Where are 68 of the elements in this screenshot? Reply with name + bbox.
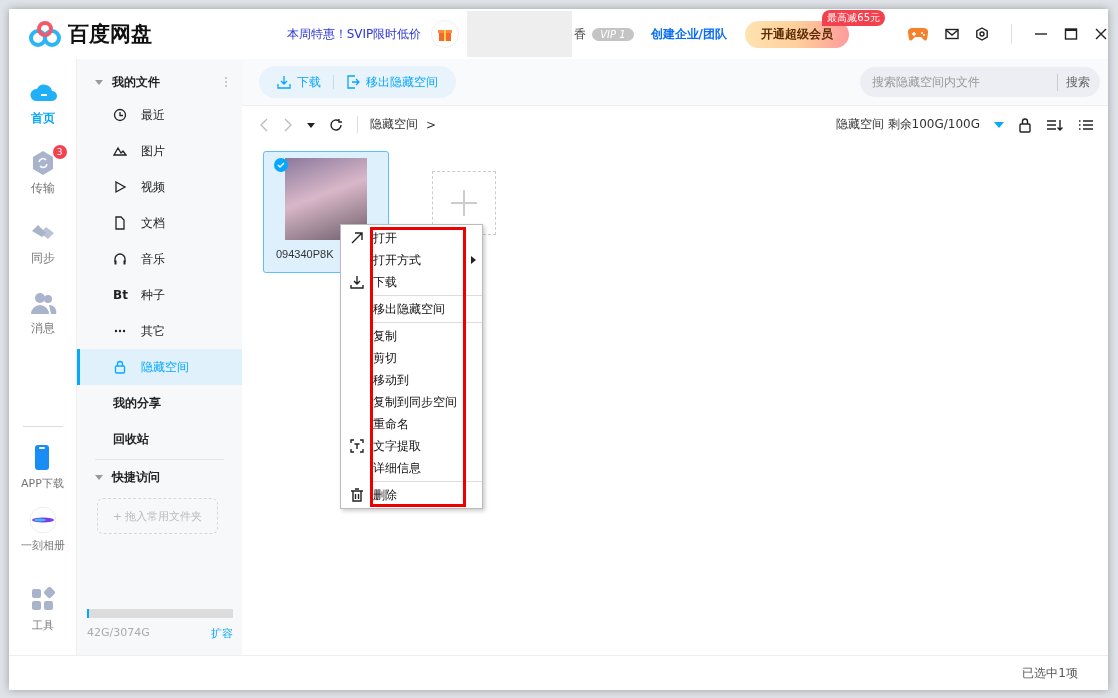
settings-icon[interactable] [975,27,989,41]
document-icon [113,216,127,230]
sidebar-item[interactable]: 文档 [77,205,242,241]
trash-icon [350,488,364,502]
exit-box-icon [346,75,360,89]
menu-item[interactable]: 复制到同步空间 [341,391,482,413]
promo-link[interactable]: 本周特惠！SVIP限时低价 [286,25,422,43]
menu-item[interactable]: 复制 [341,325,482,347]
discount-badge: 最高减65元 [822,9,885,26]
app-title: 百度网盘 [68,21,152,48]
menu-item[interactable]: 删除 [341,484,482,506]
checkmark-icon [274,158,288,172]
menu-item[interactable]: 移出隐藏空间 [341,298,482,320]
username-text: 香 [574,25,587,43]
menu-item[interactable]: 重命名 [341,413,482,435]
enterprise-link[interactable]: 创建企业/团队 [650,25,727,43]
breadcrumb-separator: > [426,117,437,132]
gamepad-icon[interactable] [907,26,929,42]
sidebar-item[interactable]: 视频 [77,169,242,205]
arrow-icon [350,231,364,245]
sort-icon[interactable] [1046,117,1064,132]
search-field[interactable]: 搜索隐藏空间内文件 搜索 [860,67,1100,97]
menu-item[interactable]: 移动到 [341,369,482,391]
download-icon [277,75,291,89]
section-title: 快捷访问 [112,468,160,486]
torrent-icon: Bt [113,288,127,302]
sidebar-item[interactable]: Bt 种子 [77,277,242,313]
nav-tab[interactable]: 消息 [16,285,69,337]
sidebar-item[interactable]: 音乐 [77,241,242,277]
sidebar-item[interactable]: 图片 [77,133,242,169]
refresh-icon[interactable] [329,117,343,132]
sidebar-link[interactable]: 回收站 [77,421,242,457]
sidebar-item[interactable]: 其它 [77,313,242,349]
play-icon [113,180,127,194]
menu-item[interactable]: 剪切 [341,347,482,369]
maximize-icon[interactable] [1064,27,1078,41]
headphones-icon [113,252,127,266]
cloud-logo-icon [28,20,62,48]
search-button[interactable]: 搜索 [1057,73,1090,91]
nav-tab[interactable]: 同步 [16,215,69,267]
mail-icon[interactable] [945,28,959,40]
file-name: 094340P8K [276,248,334,260]
album-logo-icon [27,505,58,535]
nav-button[interactable]: 一刻相册 [16,505,69,553]
count-badge: 3 [52,145,67,159]
clock-icon [113,108,127,122]
lock-icon [113,360,127,374]
lock-icon[interactable] [1018,116,1032,133]
storage-usage: 42G/3074G [87,626,150,641]
vip-badge: VIP 1 [592,27,634,41]
sidebar-item[interactable]: 最近 [77,97,242,133]
section-title: 我的文件 [112,73,160,91]
nav-button[interactable]: APP下载 [17,443,68,491]
nav-tab[interactable]: 传输 3 [16,145,69,197]
sidebar-link[interactable]: 我的分享 [77,385,242,421]
menu-item[interactable]: 详细信息 [341,457,482,479]
close-icon[interactable] [1094,27,1108,41]
nav-button[interactable]: 工具 [23,585,62,633]
list-view-icon[interactable] [1078,117,1094,132]
plus-icon [450,189,478,217]
menu-item[interactable]: 文字提取 [341,435,482,457]
breadcrumb-link[interactable]: 隐藏空间 [357,116,418,133]
quota-text: 隐藏空间 剩余100G/100G [835,116,980,133]
status-text: 已选中1项 [1022,664,1078,682]
text-scan-icon [350,439,364,453]
menu-item[interactable]: 下载 [341,271,482,293]
download-icon [350,275,364,289]
caret-down-icon[interactable] [307,120,315,129]
